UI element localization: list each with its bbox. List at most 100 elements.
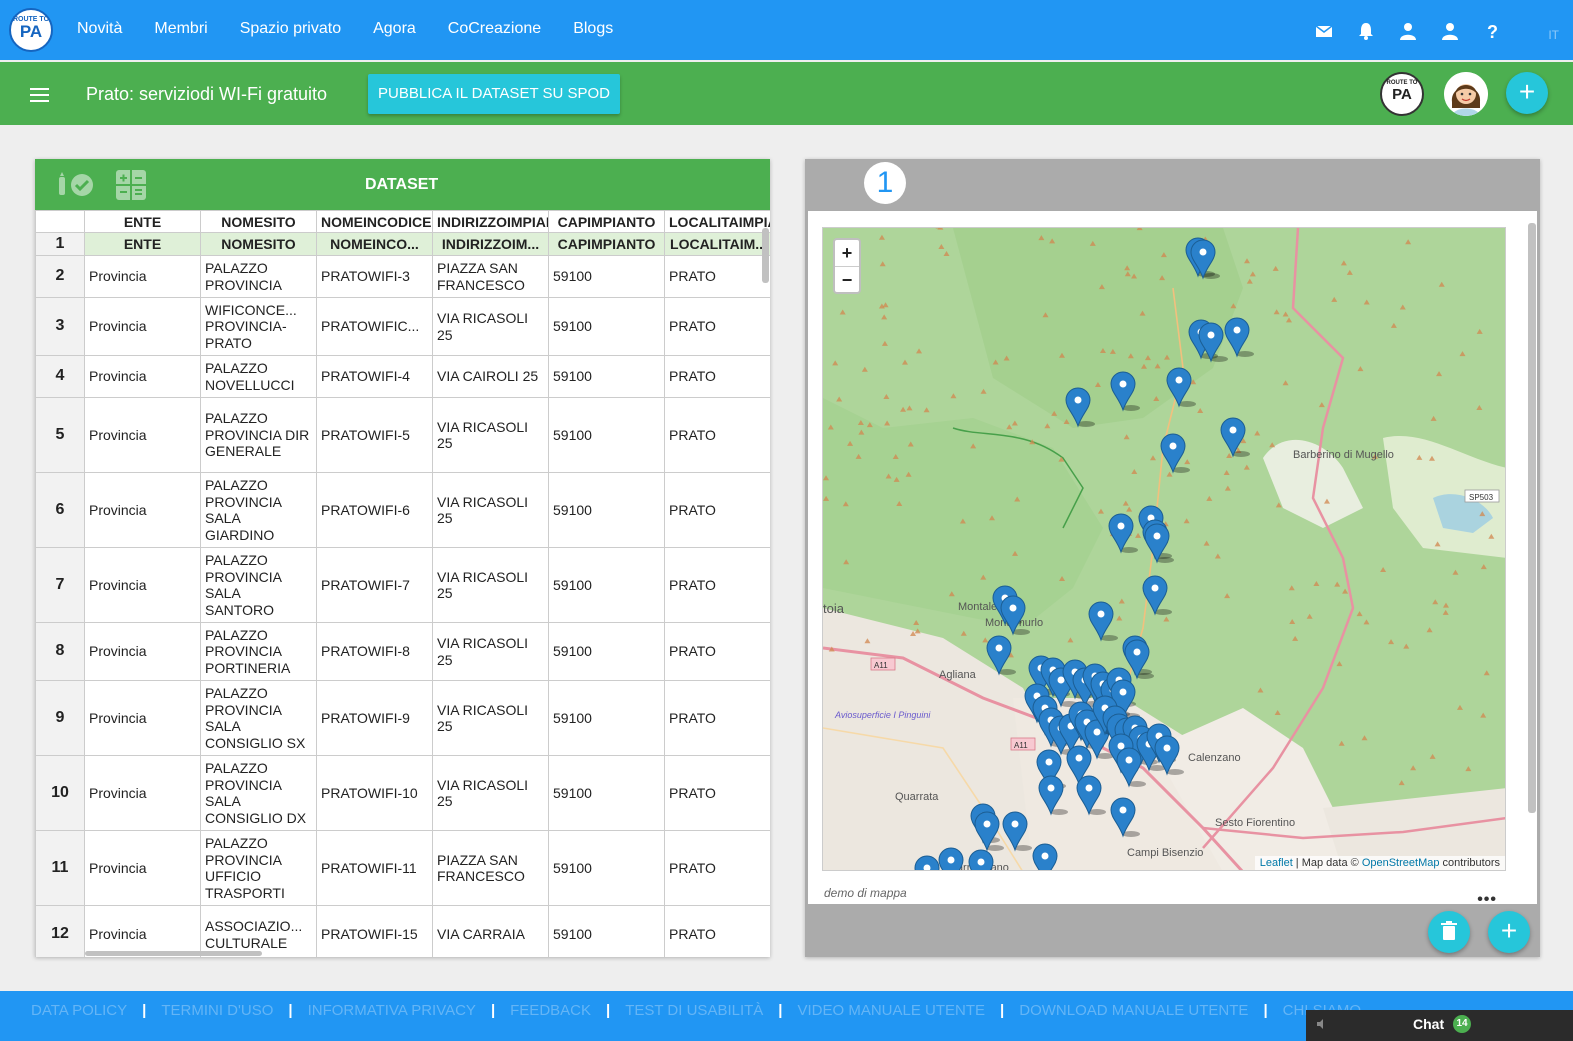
column-header[interactable]: NOMESITO: [200, 210, 317, 233]
table-cell[interactable]: VIA RICASOLI 25: [432, 547, 549, 623]
table-cell[interactable]: PRATOWIFI-7: [316, 547, 433, 623]
table-cell[interactable]: PRATOWIFIC...: [316, 297, 433, 356]
table-cell[interactable]: PALAZZO PROVINCIA DIR GENERALE: [200, 397, 317, 473]
row-number[interactable]: 5: [35, 397, 85, 473]
table-cell[interactable]: PRATO: [664, 622, 770, 681]
table-cell[interactable]: PRATO: [664, 355, 770, 398]
table-cell[interactable]: PALAZZO PROVINCIA: [200, 255, 317, 298]
table-cell[interactable]: PALAZZO NOVELLUCCI: [200, 355, 317, 398]
table-cell[interactable]: Provincia: [84, 755, 201, 831]
row-number[interactable]: 7: [35, 547, 85, 623]
table-cell[interactable]: Provincia: [84, 547, 201, 623]
bell-icon[interactable]: [1357, 22, 1375, 40]
table-cell[interactable]: PRATO: [664, 547, 770, 623]
add-button[interactable]: +: [1506, 72, 1548, 114]
table-cell[interactable]: PRATOWIFI-3: [316, 255, 433, 298]
table-cell[interactable]: Provincia: [84, 622, 201, 681]
footer-link[interactable]: DOWNLOAD MANUALE UTENTE: [1019, 1002, 1248, 1019]
row-number[interactable]: 6: [35, 472, 85, 548]
table-cell[interactable]: VIA RICASOLI 25: [432, 297, 549, 356]
table-cell[interactable]: PRATO: [664, 397, 770, 473]
table-cell[interactable]: PALAZZO PROVINCIA SALA GIARDINO: [200, 472, 317, 548]
table-cell[interactable]: Provincia: [84, 472, 201, 548]
table-cell[interactable]: WIFICONCE... PROVINCIA-PRATO: [200, 297, 317, 356]
row-number[interactable]: 3: [35, 297, 85, 356]
table-cell[interactable]: ENTE: [84, 232, 201, 256]
table-cell[interactable]: INDIRIZZOIM...: [432, 232, 549, 256]
footer-link[interactable]: INFORMATIVA PRIVACY: [308, 1002, 476, 1019]
more-options-icon[interactable]: •••: [1477, 891, 1497, 909]
table-cell[interactable]: PRATOWIFI-5: [316, 397, 433, 473]
table-cell[interactable]: PRATO: [664, 905, 770, 957]
nav-blogs[interactable]: Blogs: [573, 20, 613, 38]
table-cell[interactable]: PALAZZO PROVINCIA UFFICIO TRASPORTI: [200, 830, 317, 906]
table-cell[interactable]: VIA RICASOLI 25: [432, 680, 549, 756]
hamburger-menu-icon[interactable]: [30, 88, 49, 102]
row-number[interactable]: 2: [35, 255, 85, 298]
table-cell[interactable]: PRATOWIFI-15: [316, 905, 433, 957]
table-horizontal-scrollbar[interactable]: [85, 951, 262, 956]
table-cell[interactable]: VIA RICASOLI 25: [432, 755, 549, 831]
table-cell[interactable]: Provincia: [84, 397, 201, 473]
table-cell[interactable]: LOCALITAIM...: [664, 232, 770, 256]
user-icon[interactable]: [1441, 22, 1459, 40]
table-cell[interactable]: Provincia: [84, 830, 201, 906]
table-cell[interactable]: NOMEINCO...: [316, 232, 433, 256]
table-cell[interactable]: VIA RICASOLI 25: [432, 397, 549, 473]
calculator-icon[interactable]: [115, 169, 147, 206]
table-cell[interactable]: 59100: [548, 297, 665, 356]
table-cell[interactable]: Provincia: [84, 355, 201, 398]
zoom-in-button[interactable]: +: [835, 240, 859, 266]
table-cell[interactable]: PRATO: [664, 680, 770, 756]
table-cell[interactable]: PALAZZO PROVINCIA SALA CONSIGLIO SX: [200, 680, 317, 756]
chat-widget[interactable]: Chat 14: [1306, 1010, 1573, 1041]
user-icon[interactable]: [1399, 22, 1417, 40]
table-cell[interactable]: Provincia: [84, 680, 201, 756]
nav-cocreazione[interactable]: CoCreazione: [448, 20, 541, 38]
map-view[interactable]: + − Barberino di Mugello Montale Agliana…: [822, 227, 1506, 871]
publish-dataset-button[interactable]: PUBBLICA IL DATASET SU SPOD: [368, 74, 621, 114]
column-header[interactable]: CAPIMPIANTO: [548, 210, 665, 233]
table-cell[interactable]: 59100: [548, 755, 665, 831]
nav-membri[interactable]: Membri: [154, 20, 207, 38]
delete-button[interactable]: [1428, 911, 1470, 953]
table-cell[interactable]: PRATO: [664, 755, 770, 831]
table-cell[interactable]: PRATOWIFI-8: [316, 622, 433, 681]
footer-link[interactable]: TEST DI USABILITÀ: [625, 1002, 763, 1019]
row-number[interactable]: 11: [35, 830, 85, 906]
table-cell[interactable]: PRATO: [664, 472, 770, 548]
table-cell[interactable]: 59100: [548, 622, 665, 681]
table-cell[interactable]: PALAZZO PROVINCIA SALA SANTORO: [200, 547, 317, 623]
table-cell[interactable]: 59100: [548, 680, 665, 756]
row-number[interactable]: 10: [35, 755, 85, 831]
table-cell[interactable]: 59100: [548, 472, 665, 548]
table-cell[interactable]: Provincia: [84, 297, 201, 356]
column-header[interactable]: LOCALITAIMPIA: [664, 210, 770, 233]
row-number[interactable]: 4: [35, 355, 85, 398]
table-cell[interactable]: VIA RICASOLI 25: [432, 472, 549, 548]
table-cell[interactable]: 59100: [548, 397, 665, 473]
row-number[interactable]: 8: [35, 622, 85, 681]
table-cell[interactable]: PIAZZA SAN FRANCESCO: [432, 830, 549, 906]
table-cell[interactable]: PRATOWIFI-10: [316, 755, 433, 831]
help-icon[interactable]: ?: [1483, 22, 1501, 42]
table-cell[interactable]: Provincia: [84, 905, 201, 957]
nav-novita[interactable]: Novità: [77, 20, 122, 38]
table-cell[interactable]: NOMESITO: [200, 232, 317, 256]
route-to-pa-badge[interactable]: ROUTE TO PA: [1380, 72, 1424, 116]
table-cell[interactable]: Provincia: [84, 255, 201, 298]
table-cell[interactable]: PRATOWIFI-6: [316, 472, 433, 548]
table-cell[interactable]: PRATO: [664, 830, 770, 906]
table-cell[interactable]: 59100: [548, 255, 665, 298]
footer-link[interactable]: VIDEO MANUALE UTENTE: [798, 1002, 986, 1019]
table-cell[interactable]: CAPIMPIANTO: [548, 232, 665, 256]
table-cell[interactable]: 59100: [548, 355, 665, 398]
table-vertical-scrollbar[interactable]: [762, 228, 769, 283]
column-header[interactable]: ENTE: [84, 210, 201, 233]
table-cell[interactable]: PRATOWIFI-11: [316, 830, 433, 906]
map-panel-scrollbar[interactable]: [1528, 223, 1536, 813]
zoom-out-button[interactable]: −: [835, 266, 859, 292]
table-cell[interactable]: ASSOCIAZIO... CULTURALE: [200, 905, 317, 957]
table-cell[interactable]: PIAZZA SAN FRANCESCO: [432, 255, 549, 298]
footer-link[interactable]: DATA POLICY: [31, 1002, 127, 1019]
